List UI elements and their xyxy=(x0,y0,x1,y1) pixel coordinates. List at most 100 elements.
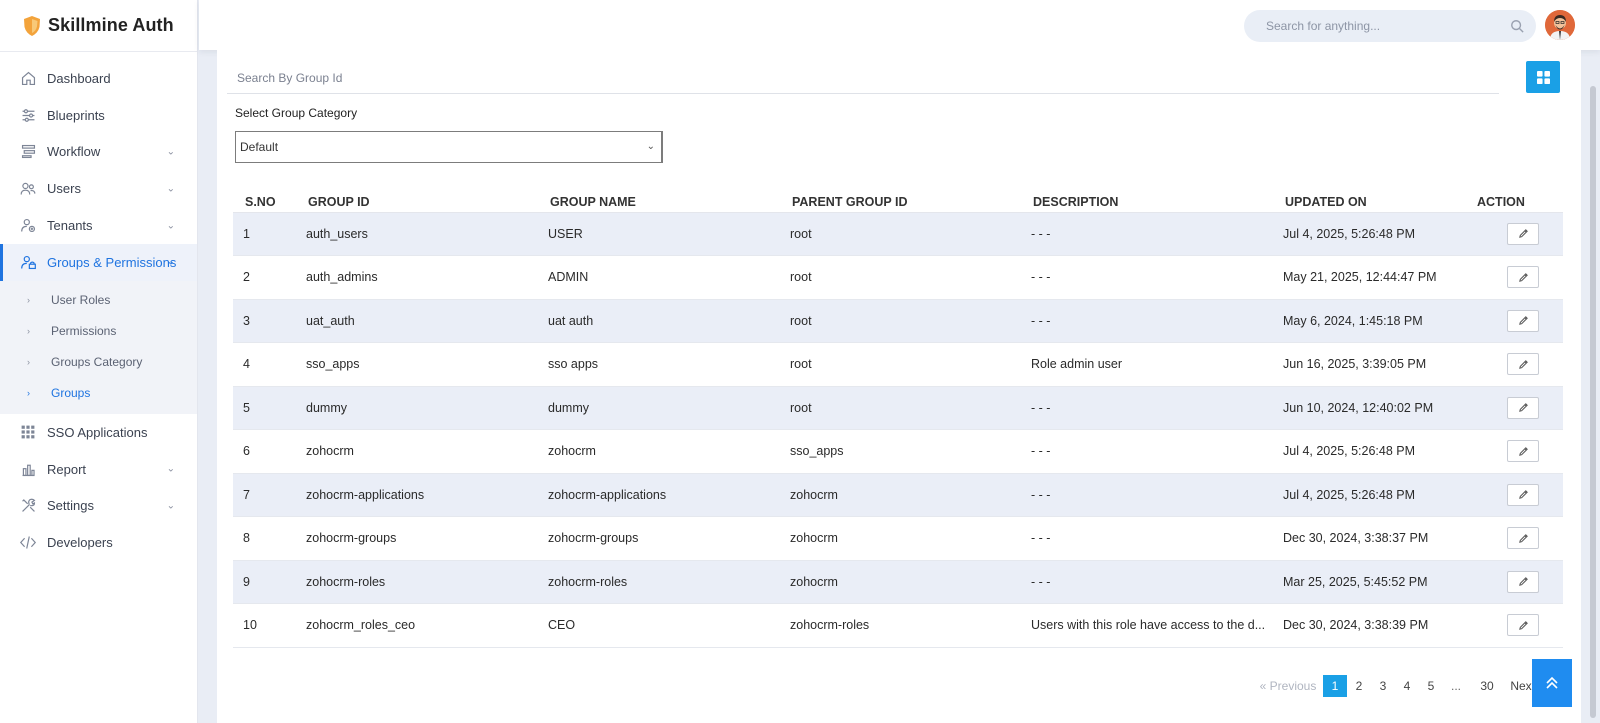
pagination: « Previous 1 2 3 4 5 ... 30 Nex xyxy=(1253,675,1533,697)
edit-button[interactable] xyxy=(1507,353,1539,376)
sidebar-item-blueprints[interactable]: Blueprints xyxy=(0,97,197,134)
cell-updated-on: Jun 16, 2025, 3:39:05 PM xyxy=(1273,342,1465,387)
sidebar-subitem-groups[interactable]: › Groups xyxy=(0,377,197,408)
search-icon[interactable] xyxy=(1510,19,1524,33)
column-header-updated-on[interactable]: UPDATED ON xyxy=(1273,188,1465,213)
grid-view-button[interactable] xyxy=(1526,61,1560,93)
pagination-page-last[interactable]: 30 xyxy=(1475,675,1499,697)
sidebar-item-workflow[interactable]: Workflow ⌄ xyxy=(0,134,197,171)
cell-description: - - - xyxy=(1021,516,1273,561)
cell-action xyxy=(1465,429,1563,474)
cell-group-name: zohocrm-groups xyxy=(538,516,780,561)
logo[interactable]: Skillmine Auth xyxy=(0,0,197,52)
table-row: 7 zohocrm-applications zohocrm-application… xyxy=(233,473,1563,517)
cell-description: - - - xyxy=(1021,386,1273,430)
sidebar-item-label: Workflow xyxy=(47,144,101,160)
grid-icon xyxy=(18,422,38,442)
edit-button[interactable] xyxy=(1507,309,1539,332)
pencil-icon xyxy=(1518,577,1528,587)
sidebar-item-developers[interactable]: Developers xyxy=(0,524,197,561)
edit-button[interactable] xyxy=(1507,266,1539,289)
edit-button[interactable] xyxy=(1507,396,1539,419)
avatar[interactable] xyxy=(1545,10,1575,40)
subitem-label: Permissions xyxy=(51,323,117,338)
edit-button[interactable] xyxy=(1507,483,1539,506)
cell-description: - - - xyxy=(1021,473,1273,517)
pagination-previous[interactable]: « Previous xyxy=(1253,675,1323,697)
edit-button[interactable] xyxy=(1507,222,1539,245)
pagination-page-2[interactable]: 2 xyxy=(1347,675,1371,697)
sidebar-item-dashboard[interactable]: Dashboard xyxy=(0,60,197,97)
sidebar-item-settings[interactable]: Settings ⌄ xyxy=(0,488,197,525)
cell-group-name: dummy xyxy=(538,386,780,430)
users-icon xyxy=(18,179,38,199)
cell-action xyxy=(1465,386,1563,430)
column-header-sno[interactable]: S.NO xyxy=(233,188,296,213)
sidebar-item-label: Tenants xyxy=(47,218,93,234)
table-row: 3 uat_auth uat auth root - - - May 6, 2024, 1… xyxy=(233,299,1563,343)
cell-sno: 10 xyxy=(233,603,296,648)
group-id-search-input[interactable] xyxy=(227,62,1499,94)
sidebar-subitem-groups-category[interactable]: › Groups Category xyxy=(0,346,197,377)
cell-sno: 6 xyxy=(233,429,296,474)
cell-updated-on: May 21, 2025, 12:44:47 PM xyxy=(1273,255,1465,300)
sidebar-item-label: SSO Applications xyxy=(47,424,148,440)
chevron-right-icon: › xyxy=(27,325,30,336)
pencil-icon xyxy=(1518,272,1528,282)
subitem-label: Groups xyxy=(51,385,91,400)
cell-sno: 7 xyxy=(233,473,296,517)
sidebar-item-tenants[interactable]: Tenants ⌄ xyxy=(0,207,197,244)
cell-action xyxy=(1465,603,1563,648)
cell-group-name: uat auth xyxy=(538,299,780,343)
sidebar-item-label: Developers xyxy=(47,535,113,551)
edit-button[interactable] xyxy=(1507,440,1539,463)
cell-group-id: zohocrm-applications xyxy=(296,473,538,517)
sidebar-item-sso-applications[interactable]: SSO Applications xyxy=(0,414,197,451)
cell-parent-group-id: zohocrm-roles xyxy=(780,603,1021,648)
column-header-group-name[interactable]: GROUP NAME xyxy=(538,188,780,213)
cell-sno: 2 xyxy=(233,255,296,300)
cell-group-name: CEO xyxy=(538,603,780,648)
bar-chart-icon xyxy=(18,459,38,479)
column-header-parent-group-id[interactable]: PARENT GROUP ID xyxy=(780,188,1021,213)
edit-button[interactable] xyxy=(1507,570,1539,593)
sidebar: Skillmine Auth Dashboard Blueprints Work… xyxy=(0,0,198,723)
cell-parent-group-id: root xyxy=(780,212,1021,256)
sidebar-item-report[interactable]: Report ⌄ xyxy=(0,451,197,488)
cell-group-name: zohocrm-roles xyxy=(538,560,780,604)
sidebar-item-label: Groups & Permissions xyxy=(47,254,177,270)
scroll-to-top-button[interactable] xyxy=(1532,659,1572,707)
sidebar-subitem-user-roles[interactable]: › User Roles xyxy=(0,285,197,316)
cell-updated-on: Jun 10, 2024, 12:40:02 PM xyxy=(1273,386,1465,430)
edit-button[interactable] xyxy=(1507,614,1539,637)
table-row: 5 dummy dummy root - - - Jun 10, 2024, 12:40:… xyxy=(233,386,1563,430)
page-scrollbar[interactable] xyxy=(1590,86,1596,718)
global-search-input[interactable] xyxy=(1244,10,1494,42)
chevron-right-icon: › xyxy=(27,295,30,306)
sidebar-subitem-permissions[interactable]: › Permissions xyxy=(0,316,197,347)
edit-button[interactable] xyxy=(1507,527,1539,550)
cell-group-id: uat_auth xyxy=(296,299,538,343)
cell-action xyxy=(1465,560,1563,604)
sidebar-item-groups-permissions[interactable]: Groups & Permissions ⌄ xyxy=(0,243,197,281)
column-header-group-id[interactable]: GROUP ID xyxy=(296,188,538,213)
cell-parent-group-id: root xyxy=(780,299,1021,343)
cell-parent-group-id: root xyxy=(780,386,1021,430)
pagination-page-4[interactable]: 4 xyxy=(1395,675,1419,697)
table-row: 8 zohocrm-groups zohocrm-groups zohocrm - - … xyxy=(233,516,1563,561)
cell-sno: 9 xyxy=(233,560,296,604)
pagination-next[interactable]: Nex xyxy=(1509,675,1533,697)
pagination-page-3[interactable]: 3 xyxy=(1371,675,1395,697)
pagination-page-1[interactable]: 1 xyxy=(1323,675,1347,697)
sidebar-item-label: Users xyxy=(47,181,81,197)
cell-action xyxy=(1465,255,1563,300)
global-search xyxy=(1244,10,1536,42)
pagination-page-5[interactable]: 5 xyxy=(1419,675,1443,697)
column-header-description[interactable]: DESCRIPTION xyxy=(1021,188,1273,213)
cell-group-id: zohocrm_roles_ceo xyxy=(296,603,538,648)
pencil-icon xyxy=(1518,316,1528,326)
sidebar-item-users[interactable]: Users ⌄ xyxy=(0,170,197,207)
cell-action xyxy=(1465,473,1563,517)
pencil-icon xyxy=(1518,490,1528,500)
group-category-select[interactable]: Default ⌄ xyxy=(235,131,663,163)
